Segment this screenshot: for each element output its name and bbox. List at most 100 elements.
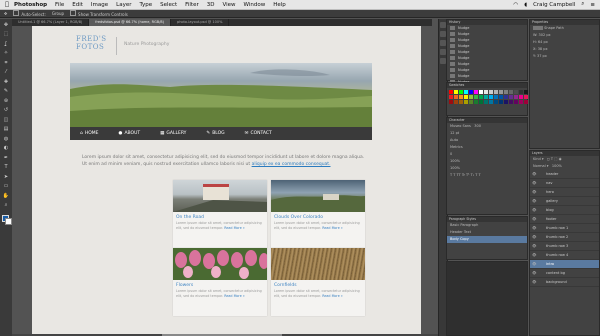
nav-home[interactable]: ⌂ HOME xyxy=(70,127,109,140)
color-swatch[interactable] xyxy=(473,99,479,105)
menu-edit[interactable]: Edit xyxy=(72,2,83,8)
nav-blog[interactable]: ✎ BLOG xyxy=(196,127,234,140)
horizontal-scale-field[interactable]: 100% xyxy=(447,165,527,172)
layer-row[interactable]: background xyxy=(530,278,599,287)
move-tool-icon[interactable]: ✥ xyxy=(4,11,7,16)
layer-row[interactable]: footer xyxy=(530,215,599,224)
paragraph-style-item[interactable]: Header Text xyxy=(447,229,527,236)
color-swatch[interactable] xyxy=(449,94,454,100)
menu-layer[interactable]: Layer xyxy=(116,2,131,8)
apple-icon[interactable]:  xyxy=(0,1,14,8)
color-swatch[interactable] xyxy=(453,99,459,105)
volume-icon[interactable]: ◖ xyxy=(524,2,527,8)
shape-tool-icon[interactable]: ▭ xyxy=(3,183,10,190)
card-title[interactable]: Clouds Over Colorado xyxy=(274,215,323,220)
color-swatch[interactable] xyxy=(463,99,469,105)
width-field[interactable]: W: 302 px xyxy=(530,32,599,39)
search-icon[interactable]: ⌕ xyxy=(581,1,584,8)
color-swatch[interactable] xyxy=(458,94,464,100)
healing-tool-icon[interactable]: ✚ xyxy=(3,79,10,86)
color-swatch[interactable] xyxy=(513,94,519,100)
layer-filter-row[interactable]: Kind ▾ ◻ T ⬚ ◉ xyxy=(530,156,599,163)
color-swatch[interactable] xyxy=(468,99,474,105)
gallery-card[interactable]: Clouds Over Colorado Lorem ipsum dolor s… xyxy=(271,180,365,248)
doc-tab-active[interactable]: fredsfotos.psd @ 66.7% (home, RGB/8) xyxy=(89,19,171,26)
color-swatch[interactable] xyxy=(463,94,469,100)
blend-mode-row[interactable]: Normal ▾ 100% xyxy=(530,163,599,170)
color-swatch[interactable] xyxy=(518,94,524,100)
layer-row[interactable]: hero xyxy=(530,188,599,197)
gradient-tool-icon[interactable]: ▤ xyxy=(3,126,10,133)
user-name[interactable]: Craig Campbell xyxy=(533,2,575,8)
leading-field[interactable]: Auto xyxy=(447,137,527,144)
read-more-link[interactable]: Read More » xyxy=(322,226,343,230)
background-color[interactable] xyxy=(5,218,12,225)
zoom-tool-icon[interactable]: ⌕ xyxy=(3,202,10,209)
color-swatch[interactable] xyxy=(488,94,494,100)
hand-tool-icon[interactable]: ✋ xyxy=(3,193,10,200)
tracking-field[interactable]: 0 xyxy=(447,151,527,158)
nav-gallery[interactable]: ▦ GALLERY xyxy=(150,127,196,140)
canvas-area[interactable]: FRED'S FOTOS Nature Photography ⌂ HOME ●… xyxy=(12,26,438,336)
color-swatch[interactable] xyxy=(513,99,519,105)
color-swatch[interactable] xyxy=(498,94,504,100)
color-swatch[interactable] xyxy=(503,99,509,105)
color-swatch[interactable] xyxy=(483,99,489,105)
color-swatch[interactable] xyxy=(473,90,479,95)
eraser-tool-icon[interactable]: ◫ xyxy=(3,117,10,124)
auto-select-checkbox[interactable]: Auto-Select: xyxy=(13,10,46,17)
nav-about[interactable]: ● ABOUT xyxy=(109,127,151,140)
layer-row[interactable]: gallery xyxy=(530,197,599,206)
color-swatch[interactable] xyxy=(453,90,459,95)
gallery-card[interactable]: Flowers Lorem ipsum dolor sit amet, cons… xyxy=(173,248,269,316)
color-swatch[interactable] xyxy=(518,99,524,105)
menu-select[interactable]: Select xyxy=(160,2,177,8)
color-swatch[interactable] xyxy=(458,90,464,95)
menu-view[interactable]: View xyxy=(222,2,235,8)
text-style-buttons[interactable]: T T TT Tr T¹ T₁ T T xyxy=(447,172,527,179)
color-swatch[interactable] xyxy=(513,90,519,95)
layer-row[interactable]: blog xyxy=(530,206,599,215)
color-swatch[interactable] xyxy=(493,99,499,105)
color-swatch[interactable] xyxy=(458,99,464,105)
auto-select-dropdown[interactable]: Group xyxy=(52,11,64,16)
color-swatch[interactable] xyxy=(498,99,504,105)
layer-row[interactable]: nav xyxy=(530,179,599,188)
layer-row[interactable]: content bg xyxy=(530,269,599,278)
color-swatch[interactable] xyxy=(463,90,469,95)
color-swatch[interactable] xyxy=(449,99,454,105)
history-brush-tool-icon[interactable]: ↺ xyxy=(3,107,10,114)
color-swatch[interactable] xyxy=(468,94,474,100)
paragraph-style-item-selected[interactable]: Body Copy xyxy=(447,236,527,243)
read-more-link[interactable]: Read More » xyxy=(322,294,343,298)
color-swatch[interactable] xyxy=(508,99,514,105)
color-swatch[interactable] xyxy=(518,90,524,95)
card-title[interactable]: On the Road xyxy=(176,215,204,220)
color-swatch[interactable] xyxy=(449,90,454,95)
color-swatch[interactable] xyxy=(478,90,484,95)
layer-row[interactable]: thumb row 1 xyxy=(530,224,599,233)
color-swatch[interactable] xyxy=(473,94,479,100)
y-field[interactable]: Y: 37 px xyxy=(530,53,599,60)
blur-tool-icon[interactable]: ◍ xyxy=(3,136,10,143)
doc-tab[interactable]: photo-layout.psd @ 100% xyxy=(171,19,230,26)
color-swatch[interactable] xyxy=(503,94,509,100)
vertical-scale-field[interactable]: 100% xyxy=(447,158,527,165)
dodge-tool-icon[interactable]: ◐ xyxy=(3,145,10,152)
marquee-tool-icon[interactable]: ⬚ xyxy=(3,31,10,38)
intro-link[interactable]: aliquip ex ea commodo consequat. xyxy=(252,162,331,167)
kerning-field[interactable]: Metrics xyxy=(447,144,527,151)
height-field[interactable]: H: 64 px xyxy=(530,39,599,46)
color-swatch[interactable] xyxy=(478,99,484,105)
list-icon[interactable]: ≡ xyxy=(590,2,595,8)
color-swatch[interactable] xyxy=(483,94,489,100)
quick-select-tool-icon[interactable]: ✧ xyxy=(3,50,10,57)
lasso-tool-icon[interactable]: ʆ xyxy=(3,41,10,48)
pen-tool-icon[interactable]: ✒ xyxy=(3,155,10,162)
color-swatch[interactable] xyxy=(498,90,504,95)
doc-tab[interactable]: Untitled-1 @ 66.7% (Layer 1, RGB/8) xyxy=(12,19,90,26)
path-select-tool-icon[interactable]: ➤ xyxy=(3,174,10,181)
color-swatch[interactable] xyxy=(478,94,484,100)
clone-tool-icon[interactable]: ⊛ xyxy=(3,98,10,105)
color-swatch[interactable] xyxy=(508,94,514,100)
